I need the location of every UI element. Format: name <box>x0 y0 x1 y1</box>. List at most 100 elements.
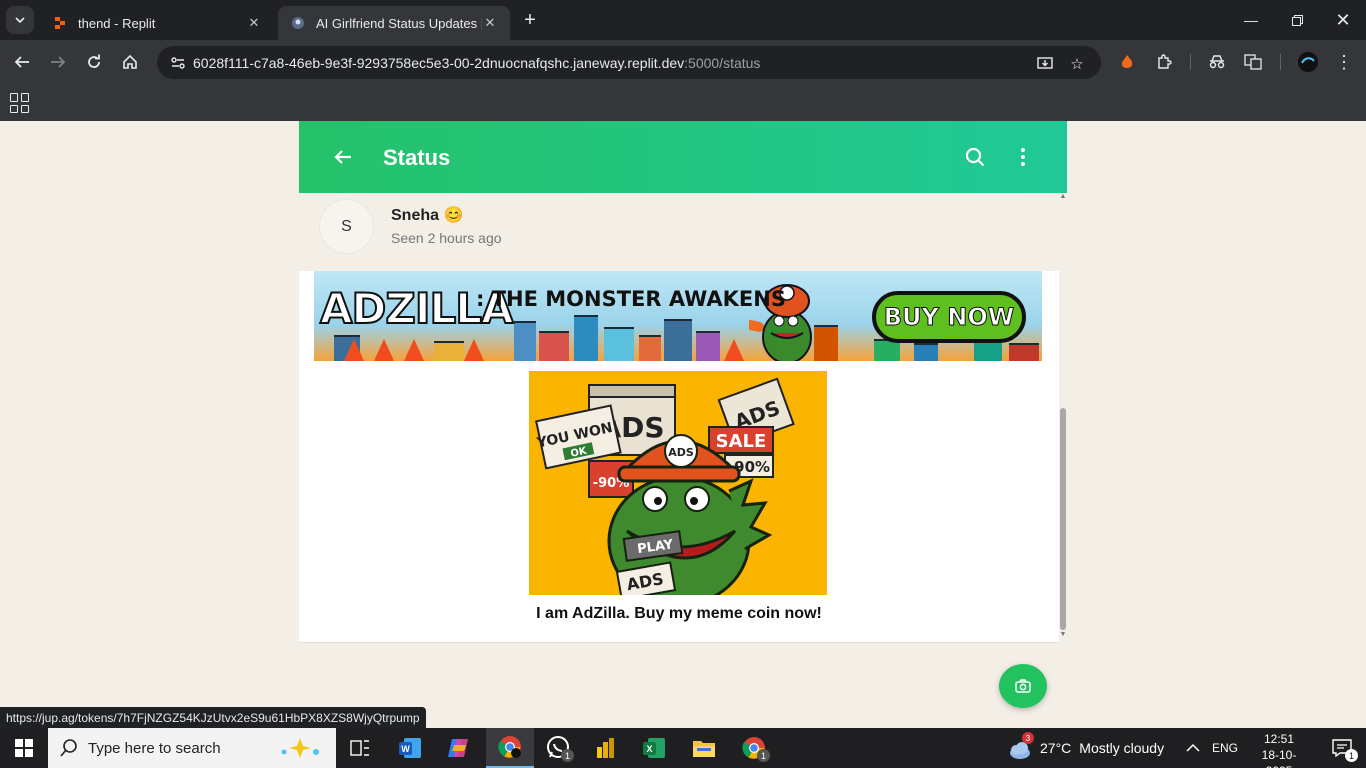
home-icon <box>123 54 137 69</box>
tab-status[interactable]: AI Girlfriend Status Updates | Vi ✕ <box>278 6 510 40</box>
extensions-puzzle-icon[interactable] <box>1152 50 1176 74</box>
app-header: Status <box>299 121 1067 193</box>
tab-replit[interactable]: thend - Replit ✕ <box>40 6 274 40</box>
toolbar-divider <box>1280 54 1281 70</box>
restore-icon <box>1291 14 1303 26</box>
excel-app-button[interactable]: X <box>630 728 678 768</box>
translate-icon[interactable] <box>1241 50 1265 74</box>
windows-taskbar: Type here to search W 1 X 1 3 27°C Mostl… <box>0 728 1366 768</box>
building-shape <box>434 341 464 361</box>
building-shape <box>639 335 661 361</box>
close-window-button[interactable]: ✕ <box>1320 0 1366 40</box>
start-button[interactable] <box>0 728 48 768</box>
weather-widget[interactable]: 3 27°C Mostly cloudy <box>1008 728 1164 768</box>
svg-text:ADS: ADS <box>668 446 694 459</box>
flame-shape <box>464 339 484 361</box>
arrow-left-icon <box>334 150 351 164</box>
power-bi-icon <box>597 738 614 758</box>
chrome-secondary-button[interactable]: 1 <box>730 728 778 768</box>
incognito-extension-icon[interactable] <box>1205 50 1229 74</box>
taskbar-search-box[interactable]: Type here to search <box>48 728 336 768</box>
search-icon <box>965 147 985 167</box>
svg-text:SALE: SALE <box>716 431 767 452</box>
tab-search-button[interactable] <box>6 6 34 34</box>
language-indicator[interactable]: ENG <box>1212 741 1238 755</box>
status-story-card: ADZILLA : THE MONSTER AWAKENS BUY NOW AD… <box>299 271 1059 643</box>
address-bar[interactable]: 6028f111-c7a8-46eb-9e3f-9293758ec5e3-00-… <box>157 46 1101 79</box>
new-tab-button[interactable]: + <box>518 8 542 32</box>
back-button[interactable] <box>331 145 355 169</box>
arrow-left-icon <box>14 56 29 68</box>
tab-close-icon[interactable]: ✕ <box>482 15 498 31</box>
task-view-button[interactable] <box>336 728 384 768</box>
copilot-icon <box>448 739 468 757</box>
profile-avatar-icon[interactable] <box>1296 50 1320 74</box>
weather-temperature: 27°C <box>1040 740 1072 756</box>
file-explorer-button[interactable] <box>680 728 728 768</box>
whatsapp-app-button[interactable]: 1 <box>534 728 582 768</box>
building-shape <box>574 315 598 361</box>
tab-close-icon[interactable]: ✕ <box>246 15 262 31</box>
ad-banner[interactable]: ADZILLA : THE MONSTER AWAKENS BUY NOW <box>314 271 1042 361</box>
camera-button[interactable] <box>999 664 1047 708</box>
building-shape <box>664 319 692 361</box>
word-icon: W <box>399 738 421 758</box>
svg-text:W: W <box>401 744 410 754</box>
reload-button[interactable] <box>80 48 108 76</box>
cloudy-weather-icon: 3 <box>1008 732 1034 760</box>
bookmark-star-icon[interactable]: ☆ <box>1065 52 1089 76</box>
word-app-button[interactable]: W <box>386 728 434 768</box>
folder-icon <box>693 741 715 757</box>
scroll-thumb[interactable] <box>1060 408 1066 630</box>
search-highlight-icon <box>281 738 319 758</box>
notifications-button[interactable]: 1 <box>1318 728 1366 768</box>
weather-badge: 3 <box>1022 732 1034 744</box>
back-nav-button[interactable] <box>8 48 36 76</box>
seen-timestamp: Seen 2 hours ago <box>391 230 502 246</box>
notifications-badge: 1 <box>1345 749 1358 762</box>
chevron-up-icon <box>1186 743 1200 752</box>
tab-title: AI Girlfriend Status Updates | Vi <box>316 15 482 31</box>
browser-menu-icon[interactable]: ⋮ <box>1332 50 1356 74</box>
meme-caption: I am AdZilla. Buy my meme coin now! <box>536 605 822 622</box>
buy-now-button[interactable]: BUY NOW <box>872 291 1026 343</box>
browser-toolbar: 6028f111-c7a8-46eb-9e3f-9293758ec5e3-00-… <box>0 40 1366 85</box>
chrome-app-button[interactable] <box>486 728 534 768</box>
scroll-up-icon[interactable]: ▲ <box>1059 193 1067 200</box>
show-hidden-icons-button[interactable] <box>1186 740 1200 756</box>
flame-shape <box>374 339 394 361</box>
scrollbar[interactable]: ▲ ▼ <box>1059 193 1067 643</box>
system-clock[interactable]: 12:51 18-10-2025 <box>1250 731 1308 768</box>
tab-title: thend - Replit <box>78 15 156 31</box>
extension-flame-icon[interactable] <box>1115 50 1139 74</box>
clock-date: 18-10-2025 <box>1261 748 1297 768</box>
site-settings-icon[interactable] <box>163 56 193 69</box>
search-placeholder: Type here to search <box>88 739 221 757</box>
url-host: 6028f111-c7a8-46eb-9e3f-9293758ec5e3-00-… <box>193 54 685 71</box>
forward-nav-button[interactable] <box>44 48 72 76</box>
restore-button[interactable] <box>1274 0 1320 40</box>
task-view-icon <box>350 740 369 756</box>
flame-shape <box>344 339 364 361</box>
status-app: Status S Sneha 😊 Seen 2 hours ago ADZILL… <box>299 121 1067 728</box>
meme-image: ADS YOU WON! OK ADS SALE -90% -90% ADS P… <box>529 371 827 595</box>
scroll-down-icon[interactable]: ▼ <box>1059 631 1067 638</box>
apps-grid-icon[interactable] <box>10 93 30 113</box>
install-app-icon[interactable] <box>1033 52 1057 76</box>
more-options-button[interactable] <box>1011 145 1035 169</box>
minimize-button[interactable]: — <box>1228 0 1274 40</box>
excel-icon: X <box>643 738 665 758</box>
svg-text:X: X <box>646 744 652 754</box>
building-shape <box>539 331 569 361</box>
search-icon <box>60 739 77 757</box>
home-button[interactable] <box>116 48 144 76</box>
building-shape <box>604 327 634 361</box>
copilot-app-button[interactable] <box>434 728 482 768</box>
search-button[interactable] <box>963 145 987 169</box>
status-contact-row[interactable]: S Sneha 😊 Seen 2 hours ago <box>299 193 1059 271</box>
toolbar-divider <box>1190 54 1191 70</box>
reload-icon <box>88 54 100 68</box>
building-shape <box>914 343 938 361</box>
url-path: :5000/status <box>684 54 761 71</box>
power-bi-app-button[interactable] <box>582 728 630 768</box>
